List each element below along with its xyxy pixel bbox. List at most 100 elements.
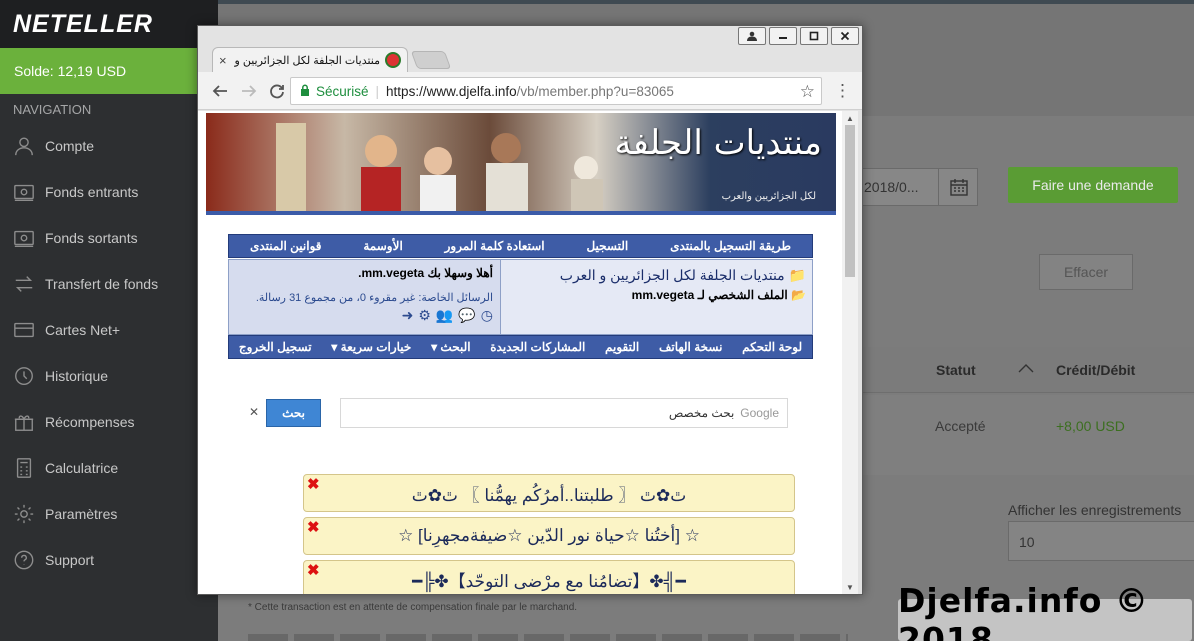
remove-icon[interactable]: ✖	[307, 561, 320, 579]
transfer-icon	[12, 272, 36, 296]
search-placeholder: بحث مخصص	[668, 406, 735, 420]
sidebar-item-historique[interactable]: Historique	[0, 353, 218, 399]
nav-link-quick-options[interactable]: خيارات سريعة ▾	[331, 340, 411, 354]
nav-link-mobile[interactable]: نسخة الهاتف	[659, 340, 723, 354]
address-bar[interactable]: Sécurisé | https://www.djelfa.info/vb/me…	[290, 77, 822, 105]
sidebar-item-label: Cartes Net+	[45, 322, 121, 338]
site-favicon-icon	[385, 52, 401, 68]
add-user-icon[interactable]: 👥	[436, 307, 453, 324]
forum-home-icon: 📁	[784, 267, 806, 283]
calendar-icon[interactable]	[938, 168, 978, 206]
menu-dots-icon[interactable]: ⋮	[834, 81, 851, 101]
forum-banner[interactable]: منتديات الجلفة لكل الجزائريين والعرب	[206, 113, 836, 215]
tab-close-icon[interactable]: ×	[219, 53, 227, 68]
remove-icon[interactable]: ✖	[307, 475, 320, 493]
sidebar-item-compte[interactable]: Compte	[0, 123, 218, 169]
close-icon[interactable]	[831, 27, 859, 45]
sidebar-item-label: Récompenses	[45, 414, 135, 430]
page-viewport: منتديات الجلفة لكل الجزائريين والعرب طري…	[198, 111, 842, 594]
sticky-thread[interactable]: ✖ ☆ [أختُنا ☆حياة نور الدّين ☆ضيفةمجهرِن…	[303, 517, 795, 555]
sidebar-item-support[interactable]: Support	[0, 537, 218, 583]
nav-link-rules[interactable]: قوانين المنتدى	[250, 239, 322, 253]
footnote-line	[248, 634, 848, 641]
money-out-icon	[12, 226, 36, 250]
sidebar-item-label: Fonds entrants	[45, 184, 139, 200]
gear-icon[interactable]: ⚙	[418, 307, 431, 324]
sidebar-item-parametres[interactable]: Paramètres	[0, 491, 218, 537]
nav-link-password-recovery[interactable]: استعادة كلمة المرور	[445, 239, 545, 253]
clock-icon[interactable]: ◷	[481, 307, 493, 324]
banner-subtitle: لكل الجزائريين والعرب	[721, 191, 816, 202]
thread-title[interactable]: ﭢ✿ﭢ 〖 طلبتنا..أمرُكُم يهمُّنا 〗 ﭢ✿ﭢ	[412, 481, 687, 506]
card-icon	[12, 318, 36, 342]
clear-search-icon[interactable]: ✕	[249, 405, 259, 419]
pending-footnote: * Cette transaction est en attente de co…	[248, 602, 578, 613]
welcome-text[interactable]: أهلا وسهلا بك mm.vegeta.	[237, 266, 493, 280]
forum-info-box: 📁 منتديات الجلفة لكل الجزائريين و العرب …	[228, 259, 813, 335]
sidebar-item-label: Historique	[45, 368, 109, 384]
nav-link-new-posts[interactable]: المشاركات الجديدة	[490, 340, 585, 354]
forum-top-nav: طريقة التسجيل بالمنتدى التسجيل استعادة ك…	[228, 234, 813, 258]
reload-icon[interactable]	[267, 81, 287, 101]
records-select[interactable]: 10	[1008, 521, 1194, 561]
sidebar-item-label: Paramètres	[45, 506, 118, 522]
nav-link-search[interactable]: البحث ▾	[431, 340, 471, 354]
sidebar: NETELLER Solde: 12,19 USD NAVIGATION Com…	[0, 0, 218, 641]
clear-button[interactable]: Effacer	[1039, 254, 1133, 290]
sidebar-item-label: Transfert de fonds	[45, 276, 159, 292]
sidebar-item-cartes[interactable]: Cartes Net+	[0, 307, 218, 353]
nav-link-medals[interactable]: الأوسمة	[363, 239, 402, 253]
col-header-amount[interactable]: Crédit/Débit	[1056, 362, 1135, 378]
thread-title[interactable]: ☆ [أختُنا ☆حياة نور الدّين ☆ضيفةمجهرِنا]…	[398, 526, 700, 546]
back-icon[interactable]	[210, 81, 230, 101]
calculator-icon	[12, 456, 36, 480]
scroll-down-icon[interactable]: ▼	[842, 580, 858, 594]
minimize-icon[interactable]	[769, 27, 797, 45]
nav-link-calendar[interactable]: التقويم	[605, 340, 639, 354]
nav-link-registration-guide[interactable]: طريقة التسجيل بالمنتدى	[670, 239, 791, 253]
thread-title[interactable]: ━╣✤【تضامُنا مع مرْضى التوحّد】✤╠━	[412, 567, 686, 592]
nav-link-logout[interactable]: تسجيل الخروج	[239, 340, 312, 354]
user-icon	[12, 134, 36, 158]
sidebar-item-calculatrice[interactable]: Calculatrice	[0, 445, 218, 491]
sidebar-item-recompenses[interactable]: Récompenses	[0, 399, 218, 445]
logout-icon[interactable]: ➜	[402, 307, 414, 324]
scroll-thumb[interactable]	[845, 125, 855, 277]
chat-icon[interactable]: 💬	[458, 307, 475, 324]
nav-link-register[interactable]: التسجيل	[586, 239, 628, 253]
table-row[interactable]	[858, 395, 1194, 475]
vertical-scrollbar[interactable]: ▲ ▼	[842, 111, 858, 594]
sidebar-item-fonds-sortants[interactable]: Fonds sortants	[0, 215, 218, 261]
gift-icon	[12, 410, 36, 434]
folder-icon: 📂	[787, 288, 806, 302]
watermark: Djelfa.info © 2018	[898, 581, 1192, 641]
sidebar-item-transfert[interactable]: Transfert de fonds	[0, 261, 218, 307]
title-bar[interactable]: منتديات الجلفة لكل الجزائريين و ×	[198, 26, 862, 72]
breadcrumb-site[interactable]: منتديات الجلفة لكل الجزائريين و العرب	[560, 267, 785, 283]
search-button[interactable]: بحث	[266, 399, 321, 427]
request-button[interactable]: Faire une demande	[1008, 167, 1178, 203]
history-icon	[12, 364, 36, 388]
scroll-up-icon[interactable]: ▲	[842, 111, 858, 125]
desktop: NETELLER Solde: 12,19 USD NAVIGATION Com…	[0, 0, 1194, 641]
nav-link-control-panel[interactable]: لوحة التحكم	[742, 340, 802, 354]
banner-figures-image	[276, 123, 603, 215]
col-header-status[interactable]: Statut	[936, 362, 976, 378]
sidebar-item-fonds-entrants[interactable]: Fonds entrants	[0, 169, 218, 215]
remove-icon[interactable]: ✖	[307, 518, 320, 536]
sticky-thread[interactable]: ✖ ﭢ✿ﭢ 〖 طلبتنا..أمرُكُم يهمُّنا 〗 ﭢ✿ﭢ	[303, 474, 795, 512]
private-messages[interactable]: الرسائل الخاصة: غير مقروء 0، من مجموع 31…	[237, 291, 493, 304]
new-tab-button[interactable]	[410, 51, 452, 69]
sticky-thread[interactable]: ✖ ━╣✤【تضامُنا مع مرْضى التوحّد】✤╠━	[303, 560, 795, 594]
nav-title: NAVIGATION	[13, 102, 92, 117]
maximize-icon[interactable]	[800, 27, 828, 45]
profile-icon[interactable]	[738, 27, 766, 45]
browser-tab[interactable]: منتديات الجلفة لكل الجزائريين و ×	[212, 47, 408, 72]
sort-up-icon[interactable]	[1018, 360, 1034, 378]
help-icon	[12, 548, 36, 572]
forward-icon[interactable]	[239, 81, 259, 101]
bookmark-star-icon[interactable]: ☆	[800, 82, 815, 102]
neteller-logo[interactable]: NETELLER	[13, 10, 153, 39]
search-input[interactable]: Google بحث مخصص	[340, 398, 788, 428]
url-path: /vb/member.php?u=83065	[516, 83, 674, 99]
